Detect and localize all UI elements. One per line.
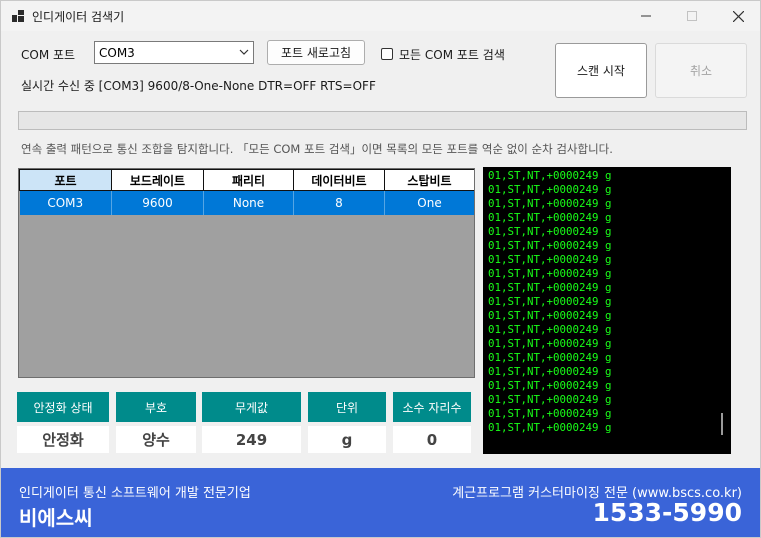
unit-label: 단위 [308,392,386,422]
log-line: 01,ST,NT,+0000249 g [488,197,612,210]
cell-port[interactable]: COM3 [19,190,112,215]
table-header-row: 포트 보드레이트 패리티 데이터비트 스탑비트 [19,169,474,191]
refresh-ports-button[interactable]: 포트 새로고침 [267,40,365,65]
log-line: 01,ST,NT,+0000249 g [488,309,612,322]
unit-value: g [308,426,386,453]
com-port-label: COM 포트 [21,48,76,62]
log-line: 01,ST,NT,+0000249 g [488,421,612,434]
log-line: 01,ST,NT,+0000249 g [488,211,612,224]
all-ports-checkbox-label[interactable]: 모든 COM 포트 검색 [399,46,505,63]
receive-log[interactable]: 01,ST,NT,+0000249 g 01,ST,NT,+0000249 g 01… [483,167,731,454]
log-line: 01,ST,NT,+0000249 g [488,295,612,308]
log-scrollbar[interactable] [721,413,723,435]
column-header-stopbits[interactable]: 스탑비트 [384,169,474,191]
result-grid[interactable]: 포트 보드레이트 패리티 데이터비트 스탑비트 COM3 9600 None 8… [18,168,475,378]
footer-banner: 인디게이터 통신 소프트웨어 개발 전문기업 비에스씨 계근프로그램 커스터마이… [1,468,760,537]
description-text: 연속 출력 패턴으로 통신 조합을 탐지합니다. 「모든 COM 포트 검색」이… [21,142,613,156]
minimize-button[interactable] [623,1,669,31]
log-line: 01,ST,NT,+0000249 g [488,365,612,378]
com-port-select[interactable]: COM3 [94,41,254,64]
cell-parity[interactable]: None [203,190,294,215]
column-header-port[interactable]: 포트 [19,169,112,191]
title-bar: 인디게이터 검색기 [1,1,760,31]
app-icon [12,10,24,22]
close-icon [732,10,744,22]
log-line: 01,ST,NT,+0000249 g [488,393,612,406]
weight-label: 무게값 [202,392,301,422]
cell-baudrate[interactable]: 9600 [111,190,204,215]
footer-company-name: 비에스씨 [19,506,93,530]
footer-phone: 1533-5990 [592,498,742,527]
log-line: 01,ST,NT,+0000249 g [488,351,612,364]
stability-value: 안정화 [17,426,109,453]
scan-start-button[interactable]: 스캔 시작 [555,43,647,98]
log-line: 01,ST,NT,+0000249 g [488,337,612,350]
log-line: 01,ST,NT,+0000249 g [488,225,612,238]
log-line: 01,ST,NT,+0000249 g [488,253,612,266]
log-line: 01,ST,NT,+0000249 g [488,239,612,252]
scan-progress-bar [18,111,747,130]
column-header-databits[interactable]: 데이터비트 [293,169,385,191]
log-line: 01,ST,NT,+0000249 g [488,267,612,280]
minimize-icon [641,15,651,17]
sign-label: 부호 [116,392,196,422]
decimal-label: 소수 자리수 [393,392,471,422]
status-text: 실시간 수신 중 [COM3] 9600/8-One-None DTR=OFF … [21,79,376,93]
com-port-value: COM3 [99,46,135,60]
sign-value: 양수 [116,426,196,453]
close-button[interactable] [715,1,760,31]
column-header-baudrate[interactable]: 보드레이트 [111,169,204,191]
log-line: 01,ST,NT,+0000249 g [488,407,612,420]
maximize-button [669,1,715,31]
chevron-down-icon [239,49,249,55]
cancel-button: 취소 [655,43,747,98]
weight-value: 249 [202,426,301,453]
log-line: 01,ST,NT,+0000249 g [488,379,612,392]
log-line: 01,ST,NT,+0000249 g [488,281,612,294]
log-line: 01,ST,NT,+0000249 g [488,323,612,336]
cell-stopbits[interactable]: One [384,190,474,215]
maximize-icon [687,11,697,21]
app-window: 인디게이터 검색기 COM 포트 COM3 포트 새로고침 모든 COM 포트 … [0,0,761,538]
column-header-parity[interactable]: 패리티 [203,169,294,191]
all-ports-checkbox[interactable] [381,48,393,60]
footer-tagline: 인디게이터 통신 소프트웨어 개발 전문기업 [19,486,251,501]
table-row[interactable]: COM3 9600 None 8 One [19,190,474,215]
log-lines: 01,ST,NT,+0000249 g 01,ST,NT,+0000249 g 01… [488,169,612,435]
window-title: 인디게이터 검색기 [32,10,125,24]
decimal-value: 0 [393,426,471,453]
log-line: 01,ST,NT,+0000249 g [488,183,612,196]
result-table: 포트 보드레이트 패리티 데이터비트 스탑비트 COM3 9600 None 8… [19,169,474,215]
stability-label: 안정화 상태 [17,392,109,422]
log-line: 01,ST,NT,+0000249 g [488,169,612,182]
cell-databits[interactable]: 8 [293,190,385,215]
